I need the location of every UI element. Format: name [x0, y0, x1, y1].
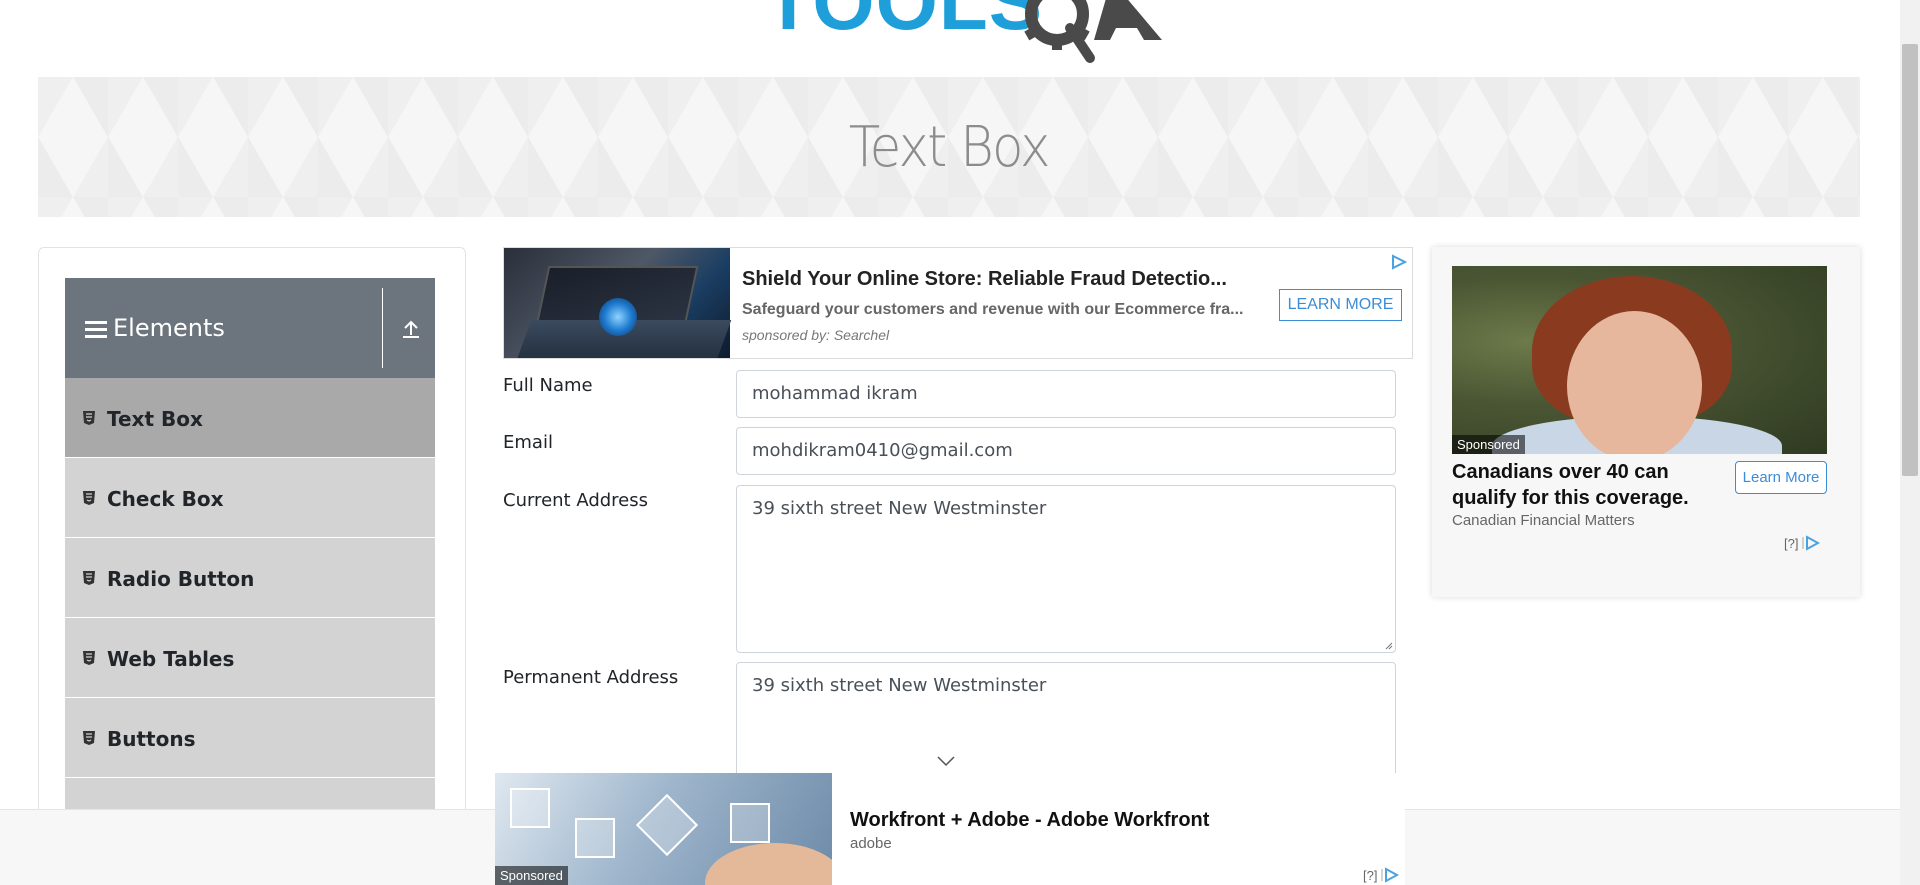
- current-address-value: 39 sixth street New Westminster: [752, 498, 1047, 519]
- sidebar-item-label: Text Box: [107, 407, 203, 431]
- ad-info-link[interactable]: [?]: [1784, 536, 1798, 551]
- sidebar-item-label: Buttons: [107, 727, 196, 751]
- html5-icon: [83, 731, 95, 745]
- adchoices-icon[interactable]: [1802, 535, 1821, 551]
- bottom-ad[interactable]: Sponsored Workfront + Adobe - Adobe Work…: [495, 773, 1405, 885]
- hamburger-icon: [85, 321, 107, 339]
- full-name-label: Full Name: [503, 375, 593, 396]
- ad-meta: [?]: [1784, 535, 1821, 551]
- resize-handle-icon[interactable]: [1383, 640, 1393, 650]
- ad-description: Safeguard your customers and revenue wit…: [742, 301, 1244, 318]
- ad-source: Canadian Financial Matters: [1452, 512, 1635, 529]
- html5-icon: [83, 571, 95, 585]
- ad-laptop-image: [504, 248, 732, 358]
- top-ad-banner[interactable]: Shield Your Online Store: Reliable Fraud…: [503, 247, 1413, 359]
- sidebar-menu: Text Box Check Box Radio Button Web Tabl…: [65, 378, 435, 858]
- html5-icon: [83, 651, 95, 665]
- sidebar-group-elements[interactable]: Elements: [65, 278, 435, 378]
- permanent-address-value: 39 sixth street New Westminster: [752, 675, 1047, 696]
- page-title: Text Box: [848, 114, 1051, 180]
- sponsored-badge: Sponsored: [1452, 435, 1525, 454]
- group-title: Elements: [113, 314, 225, 342]
- sidebar-item-label: Radio Button: [107, 567, 255, 591]
- page-scrollbar[interactable]: [1900, 0, 1920, 885]
- ad-headline[interactable]: Canadians over 40 can qualify for this c…: [1452, 459, 1712, 511]
- sidebar-item-label: Web Tables: [107, 647, 235, 671]
- html5-icon: [83, 411, 95, 425]
- page-header-banner: Text Box: [38, 77, 1860, 217]
- logo-text: TOOLS: [764, 0, 1044, 46]
- ad-info-link[interactable]: [?]: [1363, 868, 1377, 883]
- email-label: Email: [503, 432, 553, 453]
- chevron-down-icon[interactable]: [936, 755, 956, 767]
- ad-source: adobe: [850, 835, 892, 852]
- collapse-arrow-up-icon[interactable]: [400, 318, 422, 340]
- ad-headline[interactable]: Workfront + Adobe - Adobe Workfront: [850, 809, 1209, 832]
- group-header-divider: [382, 288, 383, 368]
- ad-woman-photo: Sponsored: [1452, 266, 1827, 454]
- scrollbar-thumb[interactable]: [1902, 44, 1918, 476]
- ad-learn-more-button[interactable]: Learn More: [1735, 461, 1827, 494]
- ad-learn-more-button[interactable]: LEARN MORE: [1279, 289, 1402, 321]
- ad-workflow-image: Sponsored: [495, 773, 832, 885]
- ad-sponsor: sponsored by: Searchel: [742, 327, 890, 343]
- sidebar-item-buttons[interactable]: Buttons: [65, 698, 435, 778]
- right-ad[interactable]: Sponsored Canadians over 40 can qualify …: [1432, 247, 1860, 597]
- sidebar-item-label: Check Box: [107, 487, 224, 511]
- ad-headline[interactable]: Shield Your Online Store: Reliable Fraud…: [742, 268, 1227, 291]
- adchoices-icon[interactable]: [1381, 867, 1400, 883]
- sidebar-item-radio-button[interactable]: Radio Button: [65, 538, 435, 618]
- logo-qa-gear-icon: [1024, 0, 1162, 63]
- current-address-textarea[interactable]: 39 sixth street New Westminster: [736, 485, 1396, 653]
- sidebar-item-text-box[interactable]: Text Box: [65, 378, 435, 458]
- sidebar-item-web-tables[interactable]: Web Tables: [65, 618, 435, 698]
- ad-meta: [?]: [1363, 867, 1400, 883]
- sponsored-badge: Sponsored: [495, 866, 568, 885]
- html5-icon: [83, 491, 95, 505]
- sidebar-item-check-box[interactable]: Check Box: [65, 458, 435, 538]
- adchoices-icon[interactable]: [1390, 254, 1408, 270]
- toolsqa-logo[interactable]: TOOLS: [760, 0, 1162, 65]
- permanent-address-label: Permanent Address: [503, 667, 679, 688]
- email-input[interactable]: mohdikram0410@gmail.com: [736, 427, 1396, 475]
- full-name-input[interactable]: mohammad ikram: [736, 370, 1396, 418]
- current-address-label: Current Address: [503, 490, 649, 511]
